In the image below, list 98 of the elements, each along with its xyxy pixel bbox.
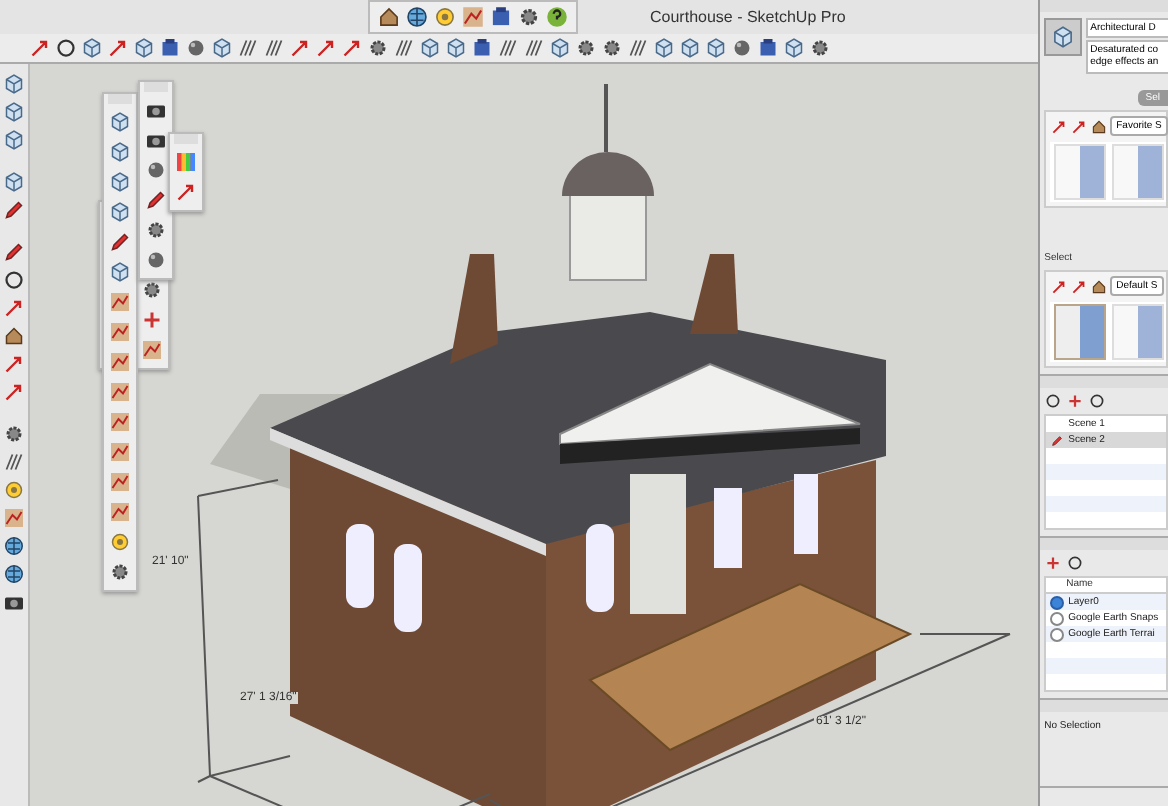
pencil-icon[interactable] [1050, 433, 1065, 447]
circle-icon[interactable] [1066, 554, 1085, 572]
gear-icon[interactable] [516, 4, 542, 30]
cube-icon[interactable] [108, 260, 132, 284]
sphere-icon[interactable] [144, 158, 168, 182]
arrow-icon[interactable] [2, 380, 26, 404]
gear-icon[interactable] [808, 36, 832, 60]
striped-list-row [1046, 464, 1166, 480]
sphere-icon[interactable] [144, 248, 168, 272]
arrow-icon[interactable] [1050, 117, 1069, 135]
arrow-icon[interactable] [288, 36, 312, 60]
globe-icon[interactable] [404, 4, 430, 30]
circle-icon[interactable] [1088, 392, 1107, 410]
circle-icon[interactable] [2, 268, 26, 292]
terrain-icon[interactable] [108, 290, 132, 314]
plus-icon[interactable] [1044, 554, 1063, 572]
pencil-icon[interactable] [144, 188, 168, 212]
gear-icon[interactable] [366, 36, 390, 60]
radio-button[interactable] [1050, 627, 1065, 641]
pencil-icon[interactable] [2, 240, 26, 264]
cube-icon[interactable] [704, 36, 728, 60]
terrain-icon[interactable] [108, 410, 132, 434]
cube-icon[interactable] [548, 36, 572, 60]
striped-list-row [1046, 496, 1166, 512]
cube-icon[interactable] [80, 36, 104, 60]
cube-icon[interactable] [210, 36, 234, 60]
radio-button[interactable] [1050, 611, 1065, 625]
arrow-icon[interactable] [1070, 117, 1089, 135]
terrain-icon[interactable] [140, 338, 164, 362]
pencil-icon[interactable] [108, 230, 132, 254]
striped-list-row [1046, 658, 1166, 674]
gear-icon[interactable] [144, 218, 168, 242]
cube-icon[interactable] [2, 128, 26, 152]
terrain-icon[interactable] [108, 320, 132, 344]
gear-icon[interactable] [140, 278, 164, 302]
cube-icon[interactable] [108, 110, 132, 134]
cube-icon[interactable] [2, 72, 26, 96]
hatch-icon[interactable] [626, 36, 650, 60]
block-icon[interactable] [756, 36, 780, 60]
house-icon[interactable] [2, 324, 26, 348]
terrain-icon[interactable] [108, 350, 132, 374]
house-icon[interactable] [1090, 117, 1109, 135]
terrain-icon[interactable] [108, 440, 132, 464]
arrow-icon[interactable] [340, 36, 364, 60]
globe-icon[interactable] [2, 562, 26, 586]
gear-icon[interactable] [108, 560, 132, 584]
terrain-icon[interactable] [108, 500, 132, 524]
hatch-icon[interactable] [496, 36, 520, 60]
gear-icon[interactable] [2, 422, 26, 446]
cube-icon[interactable] [678, 36, 702, 60]
cube-icon[interactable] [2, 100, 26, 124]
color-swatch-icon[interactable] [174, 150, 198, 174]
arrow-icon[interactable] [2, 352, 26, 376]
cube-icon[interactable] [108, 200, 132, 224]
arrow-icon[interactable] [314, 36, 338, 60]
cube-icon[interactable] [108, 140, 132, 164]
pencil-icon[interactable] [2, 198, 26, 222]
block-icon[interactable] [488, 4, 514, 30]
gear-icon[interactable] [574, 36, 598, 60]
arrow-icon[interactable] [1070, 277, 1089, 295]
arrow-icon[interactable] [2, 296, 26, 320]
terrain-icon[interactable] [460, 4, 486, 30]
radio-button[interactable] [1050, 595, 1065, 609]
plus-icon[interactable] [1066, 392, 1085, 410]
arrow-icon[interactable] [28, 36, 52, 60]
window-title: Courthouse - SketchUp Pro [650, 8, 846, 26]
cube-icon[interactable] [132, 36, 156, 60]
house-icon[interactable] [1090, 277, 1109, 295]
hatch-icon[interactable] [2, 450, 26, 474]
globe-icon[interactable] [2, 534, 26, 558]
sphere-icon[interactable] [184, 36, 208, 60]
terrain-icon[interactable] [108, 470, 132, 494]
hatch-icon[interactable] [236, 36, 260, 60]
cube-icon[interactable] [1050, 24, 1077, 50]
cube-icon[interactable] [444, 36, 468, 60]
style-thumbnail[interactable] [1054, 304, 1107, 360]
plus-icon[interactable] [140, 308, 164, 332]
block-icon[interactable] [470, 36, 494, 60]
hatch-icon[interactable] [262, 36, 286, 60]
sphere-icon[interactable] [730, 36, 754, 60]
block-icon[interactable] [158, 36, 182, 60]
terrain-icon[interactable] [2, 506, 26, 530]
cube-icon[interactable] [418, 36, 442, 60]
circle-icon[interactable] [54, 36, 78, 60]
house-icon[interactable] [376, 4, 402, 30]
gear-icon[interactable] [600, 36, 624, 60]
arrow-icon[interactable] [106, 36, 130, 60]
cube-icon[interactable] [652, 36, 676, 60]
arrow-icon[interactable] [1050, 277, 1069, 295]
cube-icon[interactable] [2, 170, 26, 194]
arrow-icon[interactable] [174, 180, 198, 204]
terrain-icon[interactable] [108, 380, 132, 404]
circle-icon[interactable] [1044, 392, 1063, 410]
help-icon[interactable] [544, 4, 570, 30]
cube-icon[interactable] [108, 170, 132, 194]
cube-icon[interactable] [782, 36, 806, 60]
hatch-icon[interactable] [392, 36, 416, 60]
hatch-icon[interactable] [522, 36, 546, 60]
